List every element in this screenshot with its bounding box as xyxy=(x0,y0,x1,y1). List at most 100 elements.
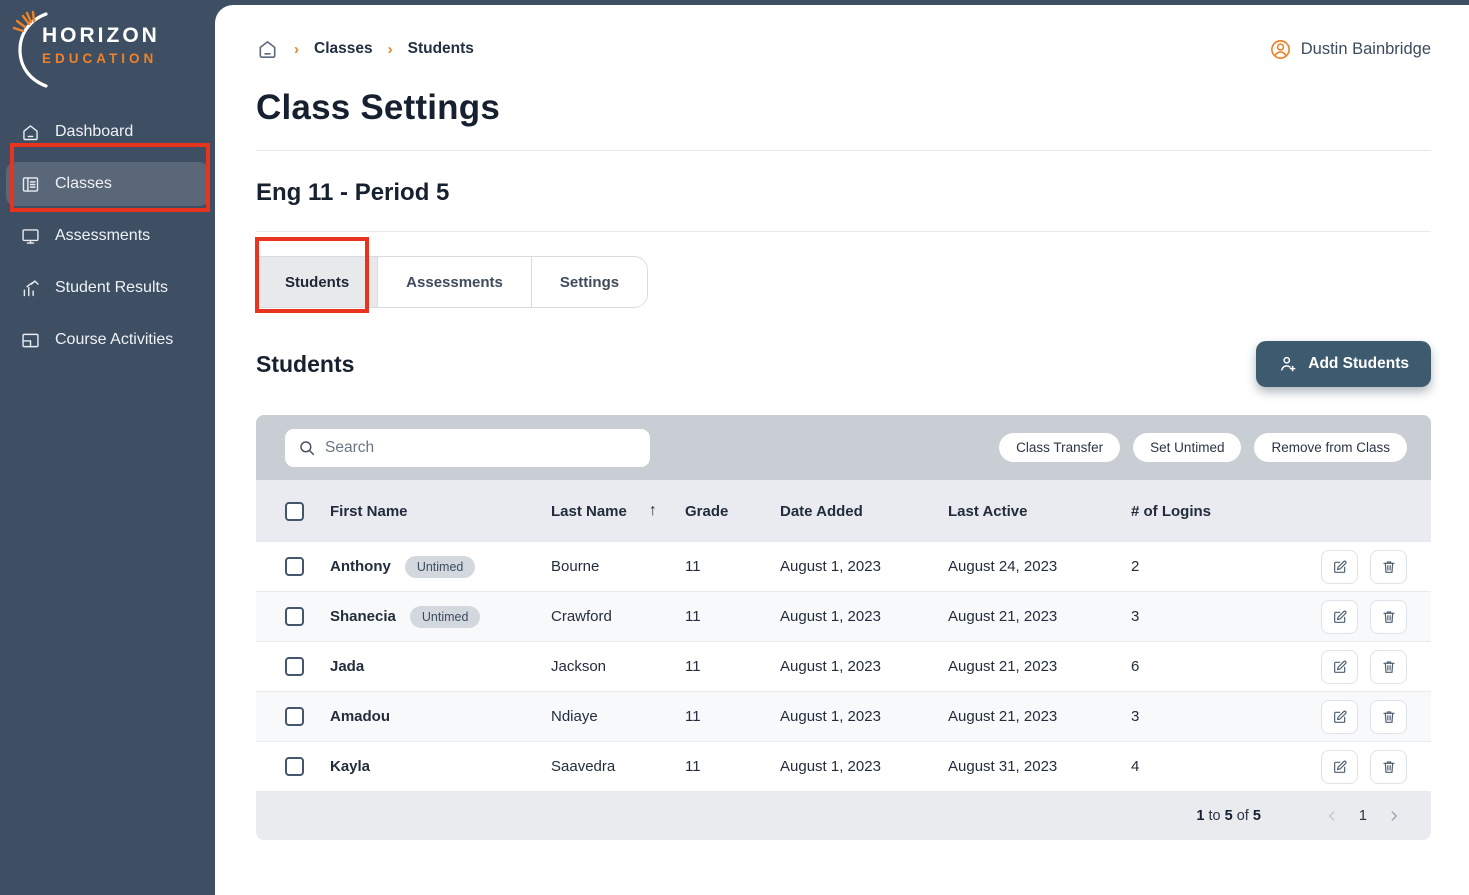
sidebar-item-label: Dashboard xyxy=(55,123,133,141)
student-last-name: Ndiaye xyxy=(551,708,685,725)
student-logins: 2 xyxy=(1131,558,1315,575)
row-checkbox[interactable] xyxy=(285,657,304,676)
student-date-added: August 1, 2023 xyxy=(780,558,948,575)
remove-from-class-button[interactable]: Remove from Class xyxy=(1254,433,1407,462)
student-logins: 3 xyxy=(1131,608,1315,625)
table-row: Amadou Ndiaye 11 August 1, 2023 August 2… xyxy=(256,692,1431,742)
sidebar-item-student-results[interactable]: Student Results xyxy=(6,266,209,310)
delete-student-button[interactable] xyxy=(1370,750,1407,784)
brand-subname: EDUCATION xyxy=(42,51,160,66)
user-avatar-icon xyxy=(1269,38,1292,61)
sidebar-item-classes[interactable]: Classes xyxy=(6,162,209,206)
student-logins: 6 xyxy=(1131,658,1315,675)
student-last-active: August 21, 2023 xyxy=(948,658,1131,675)
trash-icon xyxy=(1381,759,1397,775)
delete-student-button[interactable] xyxy=(1370,550,1407,584)
sidebar-item-course-activities[interactable]: Course Activities xyxy=(6,318,209,362)
pencil-square-icon xyxy=(1332,559,1348,575)
pencil-square-icon xyxy=(1332,659,1348,675)
student-first-name: Shanecia xyxy=(330,608,396,625)
table-toolbar: Class Transfer Set Untimed Remove from C… xyxy=(256,415,1431,480)
column-header-last-active[interactable]: Last Active xyxy=(948,503,1131,520)
divider xyxy=(256,150,1431,151)
table-header-row: First Name Last Name ↑ Grade Date Added … xyxy=(256,480,1431,542)
set-untimed-button[interactable]: Set Untimed xyxy=(1133,433,1241,462)
student-last-active: August 21, 2023 xyxy=(948,708,1131,725)
student-grade: 11 xyxy=(685,708,780,725)
breadcrumb-classes[interactable]: Classes xyxy=(314,40,373,58)
student-grade: 11 xyxy=(685,608,780,625)
tab-students[interactable]: Students xyxy=(257,257,378,307)
students-table: Class Transfer Set Untimed Remove from C… xyxy=(256,415,1431,840)
table-row: Kayla Saavedra 11 August 1, 2023 August … xyxy=(256,742,1431,792)
student-last-name: Saavedra xyxy=(551,758,685,775)
row-checkbox[interactable] xyxy=(285,607,304,626)
sidebar-item-dashboard[interactable]: Dashboard xyxy=(6,110,209,154)
row-checkbox[interactable] xyxy=(285,707,304,726)
edit-student-button[interactable] xyxy=(1321,600,1358,634)
search-box xyxy=(285,429,650,467)
pagination-prev-button[interactable] xyxy=(1319,803,1345,829)
delete-student-button[interactable] xyxy=(1370,600,1407,634)
column-header-last-name[interactable]: Last Name xyxy=(551,503,627,520)
row-checkbox[interactable] xyxy=(285,757,304,776)
search-icon xyxy=(298,439,316,457)
add-students-button[interactable]: Add Students xyxy=(1256,341,1431,387)
student-date-added: August 1, 2023 xyxy=(780,608,948,625)
tab-settings[interactable]: Settings xyxy=(532,257,647,307)
classes-icon xyxy=(20,174,41,195)
brand-logo: HORIZON EDUCATION xyxy=(0,0,215,100)
column-header-grade[interactable]: Grade xyxy=(685,503,780,520)
class-tabs: Students Assessments Settings xyxy=(256,256,648,308)
class-name-heading: Eng 11 - Period 5 xyxy=(256,179,1431,207)
student-grade: 11 xyxy=(685,658,780,675)
breadcrumb-students[interactable]: Students xyxy=(408,40,474,58)
brand-name: HORIZON xyxy=(42,24,160,48)
pagination-next-button[interactable] xyxy=(1381,803,1407,829)
sidebar-item-assessments[interactable]: Assessments xyxy=(6,214,209,258)
user-menu[interactable]: Dustin Bainbridge xyxy=(1269,38,1431,61)
column-header-date-added[interactable]: Date Added xyxy=(780,503,948,520)
untimed-badge: Untimed xyxy=(410,606,481,628)
table-row: AnthonyUntimed Bourne 11 August 1, 2023 … xyxy=(256,542,1431,592)
trash-icon xyxy=(1381,709,1397,725)
edit-student-button[interactable] xyxy=(1321,750,1358,784)
chevron-right-icon: › xyxy=(388,41,393,58)
student-first-name: Amadou xyxy=(330,708,390,725)
sidebar: HORIZON EDUCATION Dashboard Classes Asse… xyxy=(0,0,215,895)
student-date-added: August 1, 2023 xyxy=(780,708,948,725)
student-first-name: Kayla xyxy=(330,758,370,775)
student-logins: 3 xyxy=(1131,708,1315,725)
search-input[interactable] xyxy=(285,429,650,467)
pencil-square-icon xyxy=(1332,759,1348,775)
students-section-title: Students xyxy=(256,351,354,378)
column-header-logins[interactable]: # of Logins xyxy=(1131,503,1315,520)
delete-student-button[interactable] xyxy=(1370,650,1407,684)
tab-assessments[interactable]: Assessments xyxy=(378,257,532,307)
student-last-name: Crawford xyxy=(551,608,685,625)
trash-icon xyxy=(1381,659,1397,675)
pagination-page-number[interactable]: 1 xyxy=(1359,808,1367,824)
select-all-checkbox[interactable] xyxy=(285,502,304,521)
edit-student-button[interactable] xyxy=(1321,550,1358,584)
student-last-active: August 24, 2023 xyxy=(948,558,1131,575)
column-header-first-name[interactable]: First Name xyxy=(330,503,551,520)
class-transfer-button[interactable]: Class Transfer xyxy=(999,433,1120,462)
page-title: Class Settings xyxy=(256,88,1431,128)
arrow-up-icon[interactable]: ↑ xyxy=(649,502,657,520)
row-checkbox[interactable] xyxy=(285,557,304,576)
breadcrumb-home-icon[interactable] xyxy=(256,38,279,61)
delete-student-button[interactable] xyxy=(1370,700,1407,734)
student-last-name: Bourne xyxy=(551,558,685,575)
student-last-active: August 31, 2023 xyxy=(948,758,1131,775)
student-grade: 11 xyxy=(685,558,780,575)
student-logins: 4 xyxy=(1131,758,1315,775)
edit-student-button[interactable] xyxy=(1321,700,1358,734)
breadcrumb: › Classes › Students xyxy=(256,38,474,61)
table-row: Shanecia Untimed Crawford 11 August 1, 20… xyxy=(256,592,1431,642)
home-icon xyxy=(20,122,41,143)
sidebar-nav: Dashboard Classes Assessments Student Re… xyxy=(0,100,215,362)
edit-student-button[interactable] xyxy=(1321,650,1358,684)
user-name: Dustin Bainbridge xyxy=(1301,40,1431,59)
student-date-added: August 1, 2023 xyxy=(780,658,948,675)
